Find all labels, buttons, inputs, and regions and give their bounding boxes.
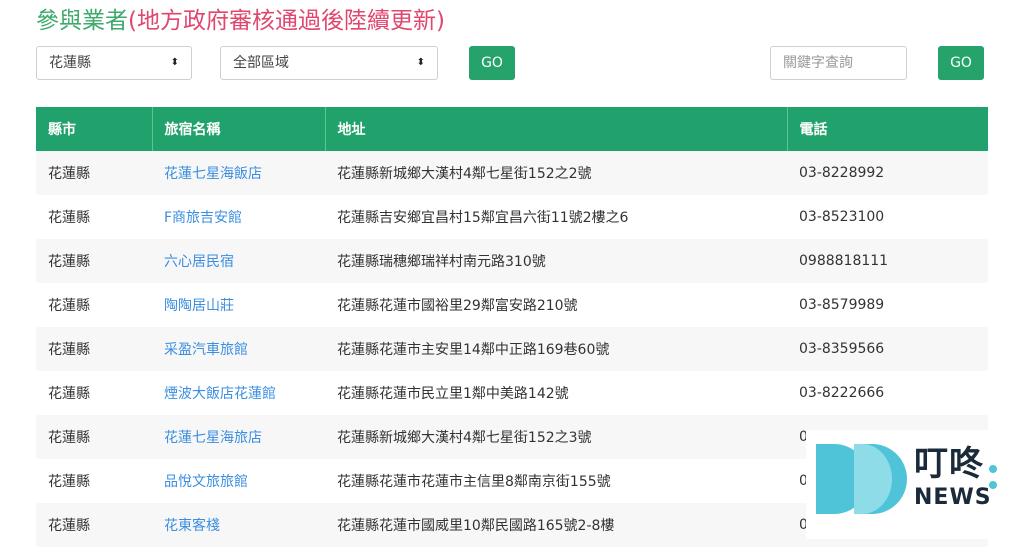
page-title-main: 參與業者 (36, 8, 128, 34)
district-select-value: 全部區域 (233, 55, 289, 71)
filter-go-button[interactable]: GO (469, 46, 515, 80)
header-address: 地址 (324, 107, 787, 151)
county-select-value: 花蓮縣 (49, 55, 91, 71)
cell-county: 花蓮縣 (36, 371, 152, 415)
keyword-search-input[interactable]: 關鍵字查詢 (770, 46, 907, 80)
cell-county: 花蓮縣 (36, 151, 152, 195)
table-row: 花蓮縣 六心居民宿 花蓮縣瑞穗鄉瑞祥村南元路310號 0988818111 (36, 239, 988, 283)
cell-name[interactable]: F商旅吉安館 (152, 195, 325, 239)
header-phone: 電話 (786, 107, 988, 151)
cell-address: 花蓮縣新城鄉大漢村4鄰七星街152之3號 (325, 415, 787, 459)
table-row: 花蓮縣 煙波大飯店花蓮館 花蓮縣花蓮市民立里1鄰中美路142號 03-8222666 (36, 371, 988, 415)
cell-name[interactable]: 煙波大飯店花蓮館 (152, 371, 325, 415)
cell-address: 花蓮縣花蓮市花蓮市主信里8鄰南京街155號 (325, 459, 787, 503)
cell-county: 花蓮縣 (36, 503, 152, 547)
cell-address: 花蓮縣花蓮市主安里14鄰中正路169巷60號 (325, 327, 787, 371)
cell-address: 花蓮縣花蓮市國威里10鄰民國路165號2-8樓 (325, 503, 787, 547)
table-row: 花蓮縣 采盈汽車旅館 花蓮縣花蓮市主安里14鄰中正路169巷60號 03-835956… (36, 327, 988, 371)
table-row: 花蓮縣 F商旅吉安館 花蓮縣吉安鄉宜昌村15鄰宜昌六街11號2樓之6 03-85231… (36, 195, 988, 239)
page-title-note: (地方政府審核通過後陸續更新) (128, 8, 445, 34)
logo-text-zh: 叮咚 (914, 444, 984, 484)
select-caret-icon: ⬍ (170, 57, 179, 68)
cell-name[interactable]: 花東客棧 (152, 503, 325, 547)
header-name: 旅宿名稱 (151, 107, 325, 151)
table-header-row: 縣市 旅宿名稱 地址 電話 (36, 107, 988, 151)
search-go-button[interactable]: GO (938, 46, 984, 80)
dd-logo-icon (816, 444, 907, 514)
cell-phone: 03-8579989 (787, 283, 988, 327)
table-row: 花蓮縣 陶陶居山莊 花蓮縣花蓮市國裕里29鄰富安路210號 03-8579989 (36, 283, 988, 327)
county-select[interactable]: 花蓮縣 ⬍ (36, 46, 192, 80)
dingdong-news-watermark: 叮咚 NEWS (806, 430, 1024, 539)
cell-name[interactable]: 六心居民宿 (152, 239, 325, 283)
cell-name[interactable]: 品悅文旅旅館 (152, 459, 325, 503)
table-row: 花蓮縣 花蓮七星海飯店 花蓮縣新城鄉大漢村4鄰七星街152之2號 03-8228992 (36, 151, 988, 195)
cell-name[interactable]: 陶陶居山莊 (152, 283, 325, 327)
cell-county: 花蓮縣 (36, 195, 152, 239)
logo-text-en: NEWS (914, 485, 992, 510)
cell-name[interactable]: 采盈汽車旅館 (152, 327, 325, 371)
cell-address: 花蓮縣花蓮市民立里1鄰中美路142號 (325, 371, 787, 415)
cell-address: 花蓮縣瑞穗鄉瑞祥村南元路310號 (325, 239, 787, 283)
cell-phone: 03-8359566 (787, 327, 988, 371)
cell-phone: 03-8523100 (787, 195, 988, 239)
district-select[interactable]: 全部區域 ⬍ (220, 46, 438, 80)
cell-address: 花蓮縣新城鄉大漢村4鄰七星街152之2號 (325, 151, 787, 195)
cell-county: 花蓮縣 (36, 415, 152, 459)
cell-phone: 03-8228992 (787, 151, 988, 195)
cell-phone: 0988818111 (787, 239, 988, 283)
header-county: 縣市 (36, 107, 152, 151)
cell-phone: 03-8222666 (787, 371, 988, 415)
cell-address: 花蓮縣吉安鄉宜昌村15鄰宜昌六街11號2樓之6 (325, 195, 787, 239)
cell-county: 花蓮縣 (36, 459, 152, 503)
cell-name[interactable]: 花蓮七星海旅店 (152, 415, 325, 459)
cell-name[interactable]: 花蓮七星海飯店 (152, 151, 325, 195)
cell-county: 花蓮縣 (36, 327, 152, 371)
page-title: 參與業者(地方政府審核通過後陸續更新) (36, 4, 445, 38)
cell-address: 花蓮縣花蓮市國裕里29鄰富安路210號 (325, 283, 787, 327)
cell-county: 花蓮縣 (36, 283, 152, 327)
cell-county: 花蓮縣 (36, 239, 152, 283)
select-caret-icon: ⬍ (416, 57, 425, 68)
